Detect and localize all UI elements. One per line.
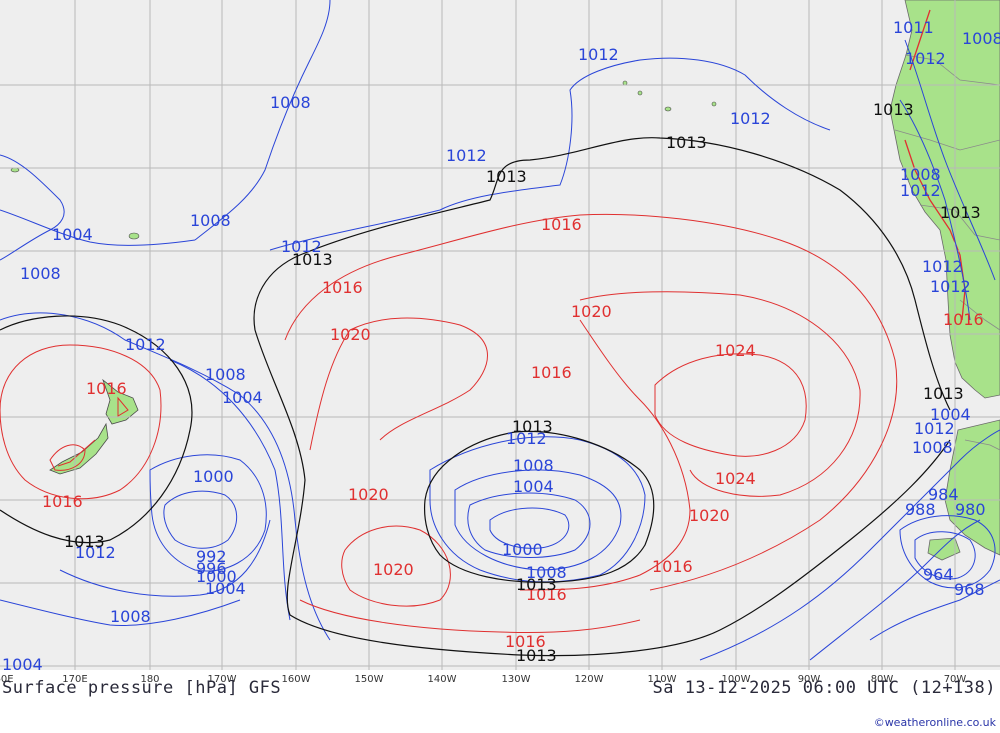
isobar-label: 1004: [222, 388, 263, 407]
isobar-label: 1020: [348, 485, 389, 504]
isobar-label: 1004: [205, 579, 246, 598]
isobar-label: 1020: [330, 325, 371, 344]
isobar-label: 1008: [205, 365, 246, 384]
map-canvas: 1012 1008 1012 1012 1008 1004 1008 1012 …: [0, 0, 1000, 674]
isobar-label: 1008: [190, 211, 231, 230]
isobar-label: 1013: [512, 417, 553, 436]
isobar-label: 1016: [943, 310, 984, 329]
isobar-label: 1016: [652, 557, 693, 576]
lon-tick-label: 150W: [355, 674, 384, 685]
map-title: Surface pressure [hPa] GFS: [2, 678, 282, 698]
isobar-label: 1024: [715, 469, 756, 488]
isobar-label: 1000: [502, 540, 543, 559]
credit-link[interactable]: ©weatheronline.co.uk: [874, 716, 996, 729]
isobar-label: 1013: [666, 133, 707, 152]
isobar-label: 968: [954, 580, 985, 599]
isobar-label: 1013: [516, 646, 557, 665]
isobar-label: 980: [955, 500, 986, 519]
valid-time: Sa 13-12-2025 06:00 UTC (12+138): [652, 678, 996, 698]
isobar-label: 1016: [86, 379, 127, 398]
pressure-map: 1012 1008 1012 1012 1008 1004 1008 1012 …: [0, 0, 1000, 674]
isobar-label: 1016: [42, 492, 83, 511]
isobar-label: 1013: [292, 250, 333, 269]
isobar-label: 1020: [373, 560, 414, 579]
isobar-label: 1016: [541, 215, 582, 234]
lon-tick-label: 140W: [428, 674, 457, 685]
isobar-label: 988: [905, 500, 936, 519]
lon-tick-label: 120W: [575, 674, 604, 685]
isobar-label: 1012: [930, 277, 971, 296]
isobar-label: 964: [923, 565, 954, 584]
lon-tick-label: 160W: [282, 674, 311, 685]
isobar-label: 1012: [730, 109, 771, 128]
isobar-label: 1013: [873, 100, 914, 119]
isobar-label: 1012: [125, 335, 166, 354]
isobar-label: 1013: [923, 384, 964, 403]
isobar-label: 1020: [571, 302, 612, 321]
isobar-label: 1012: [922, 257, 963, 276]
isobar-label: 1016: [531, 363, 572, 382]
isobar-label: 1008: [270, 93, 311, 112]
isobar-label: 1024: [715, 341, 756, 360]
isobar-label: 1000: [193, 467, 234, 486]
isobar-label: 1008: [20, 264, 61, 283]
isobar-label: 1008: [513, 456, 554, 475]
isobar-label: 1012: [578, 45, 619, 64]
isobar-label: 1013: [940, 203, 981, 222]
lon-tick-label: 130W: [502, 674, 531, 685]
isobar-label: 1012: [446, 146, 487, 165]
isobar-label: 1020: [689, 506, 730, 525]
isobar-label: 1012: [900, 181, 941, 200]
isobar-label: 1008: [962, 29, 1000, 48]
isobar-label: 1004: [513, 477, 554, 496]
isobar-label: 1011: [893, 18, 934, 37]
isobar-label: 1016: [322, 278, 363, 297]
isobar-label: 1013: [64, 532, 105, 551]
isobar-label: 1012: [914, 419, 955, 438]
isobar-label: 1008: [912, 438, 953, 457]
isobar-label: 1004: [52, 225, 93, 244]
isobar-label: 1013: [486, 167, 527, 186]
isobar-label: 1013: [516, 575, 557, 594]
isobar-label: 1004: [2, 655, 43, 670]
isobar-label: 1008: [110, 607, 151, 626]
isobar-label: 1012: [905, 49, 946, 68]
